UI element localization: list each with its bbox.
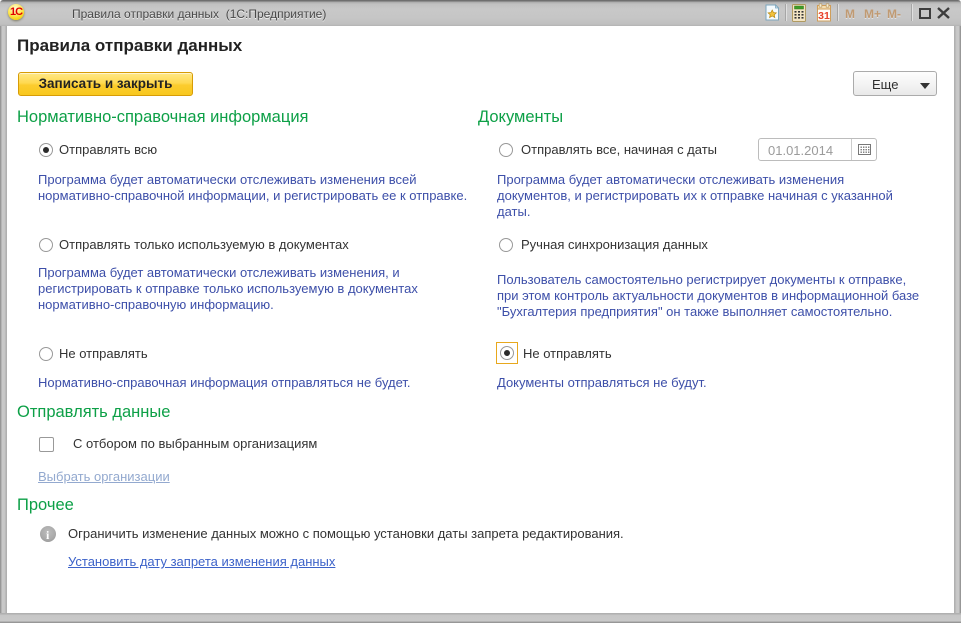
svg-text:31: 31 [818, 10, 830, 22]
